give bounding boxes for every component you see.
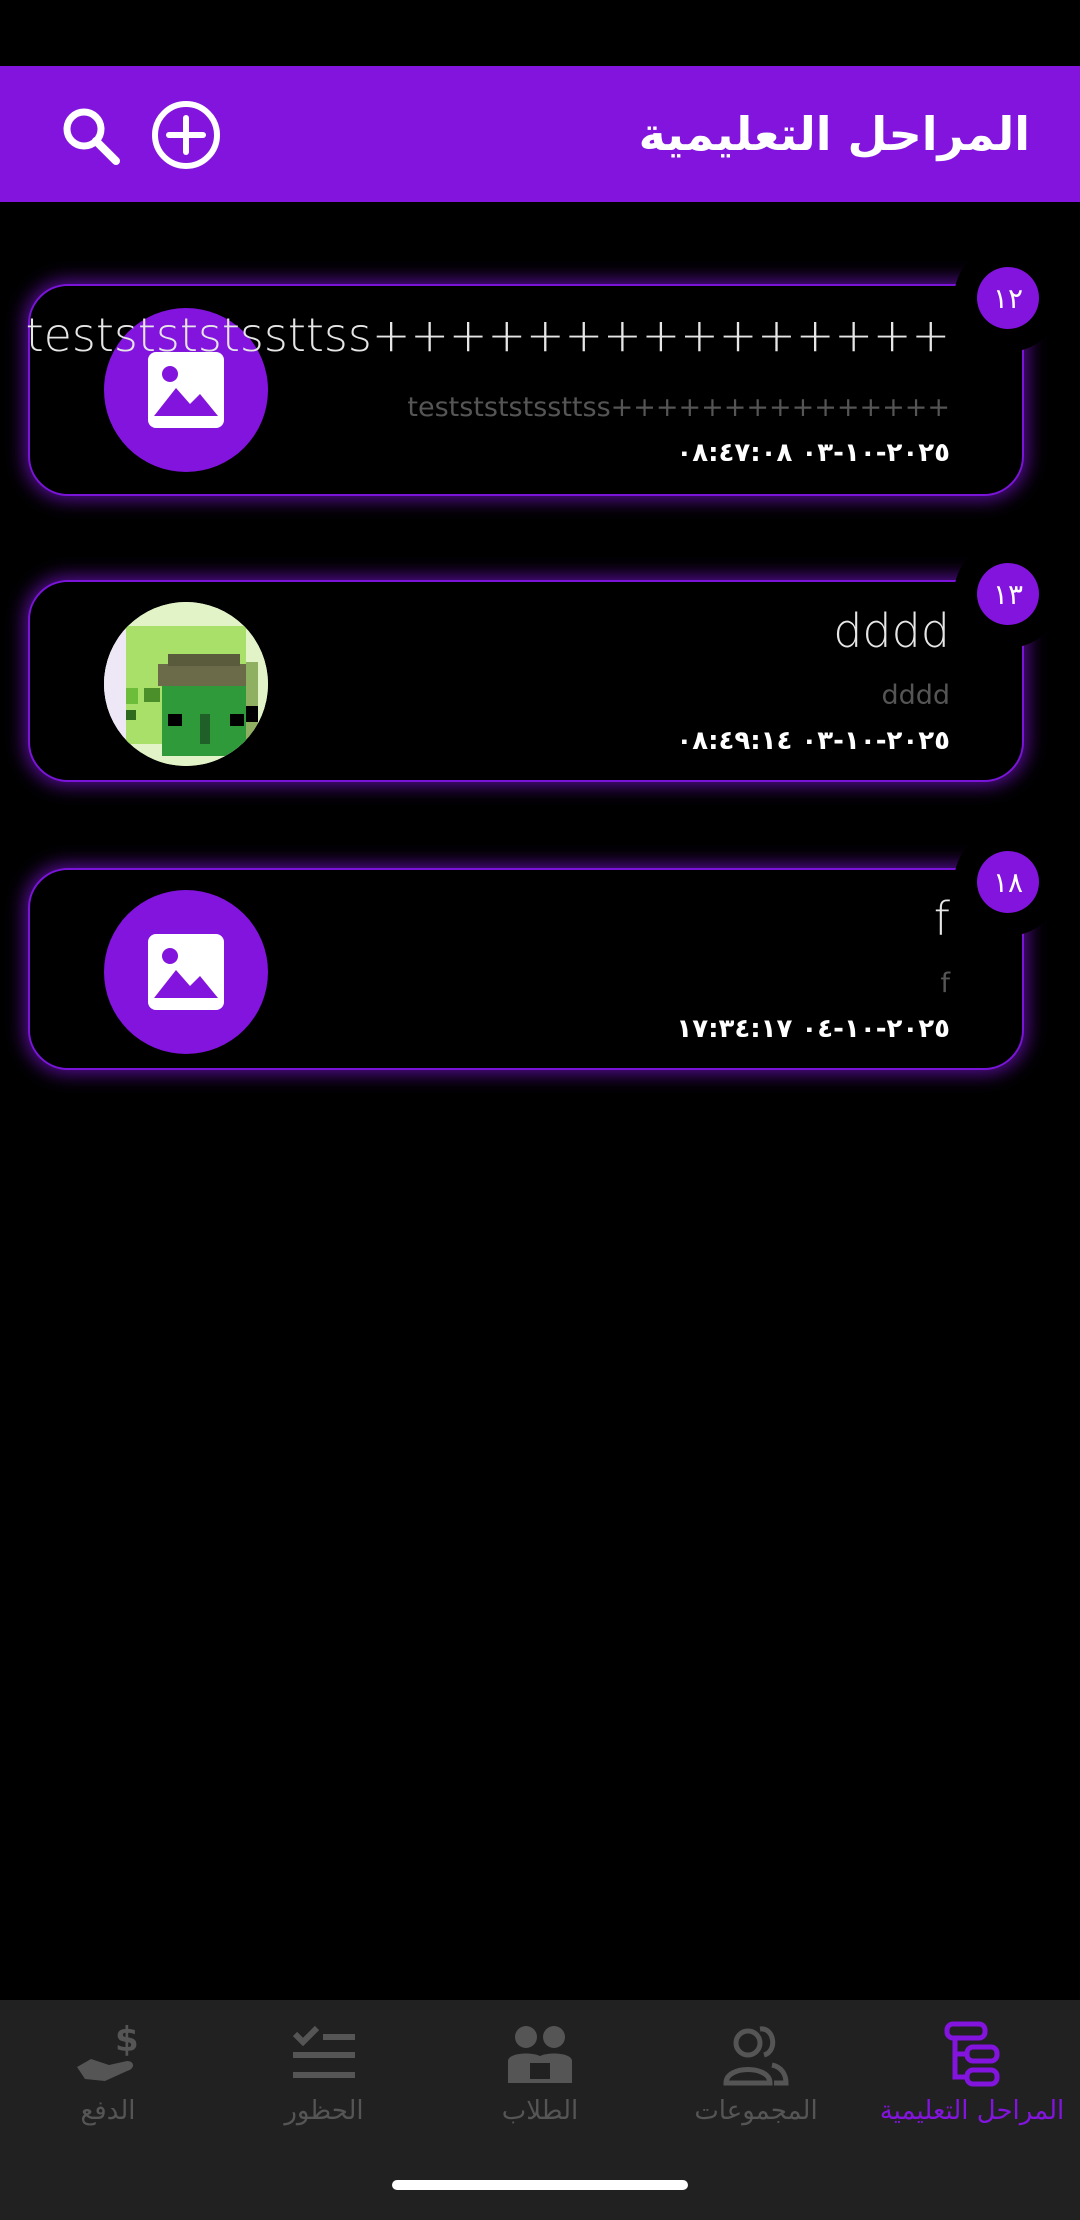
add-button[interactable] [150, 99, 222, 171]
attendance-icon [292, 2025, 355, 2078]
home-indicator[interactable] [392, 2180, 688, 2190]
stage-subtitle: f [940, 968, 950, 999]
stage-avatar [104, 890, 268, 1054]
nav-item-students[interactable]: الطلاب [432, 2020, 648, 2140]
stage-count-badge: ١٨ [977, 851, 1039, 913]
payment-icon: $ [77, 2021, 139, 2081]
stage-title: f [933, 892, 950, 946]
nav-label: الحظور [284, 2096, 364, 2126]
stage-date: ٢٠٢٥-١٠-٠٤ ١٧:٣٤:١٧ [676, 1014, 950, 1044]
stage-card-body[interactable]: teststststssttss+++++++++++++++ teststst… [25, 284, 1024, 496]
stage-card[interactable]: teststststssttss+++++++++++++++ teststst… [25, 244, 1062, 510]
pixel-art-avatar [104, 602, 268, 766]
stage-subtitle: dddd [881, 680, 950, 711]
add-circle-icon [152, 101, 220, 169]
nav-item-attendance[interactable]: الحظور [216, 2020, 432, 2140]
nav-label: المراحل التعليمية [879, 2096, 1065, 2126]
stage-card[interactable]: f f ٢٠٢٥-١٠-٠٤ ١٧:٣٤:١٧ ١٨ [28, 828, 1062, 1078]
search-button[interactable] [54, 99, 126, 171]
stage-subtitle: teststststssttss+++++++++++++++ [407, 392, 950, 423]
nav-item-payment[interactable]: $ الدفع [0, 2020, 216, 2140]
stage-badge-ring: ١٢ [954, 244, 1062, 352]
stage-date: ٢٠٢٥-١٠-٠٣ ٠٨:٤٩:١٤ [676, 726, 950, 756]
svg-text:$: $ [115, 2021, 139, 2060]
stage-count-badge: ١٣ [977, 563, 1039, 625]
nav-item-groups[interactable]: المجموعات [648, 2020, 864, 2140]
image-placeholder-icon [148, 352, 224, 428]
nav-label: الطلاب [501, 2096, 579, 2126]
nav-label: الدفع [80, 2096, 136, 2126]
nav-label: المجموعات [694, 2096, 818, 2126]
groups-icon [723, 2026, 789, 2086]
search-icon [63, 108, 120, 165]
stage-title: dddd [833, 604, 950, 658]
stage-count-badge: ١٢ [977, 267, 1039, 329]
stage-badge-ring: ١٣ [954, 540, 1062, 648]
avatar-image [104, 602, 268, 766]
stage-card[interactable]: dddd dddd ٢٠٢٥-١٠-٠٣ ٠٨:٤٩:١٤ ١٣ [28, 540, 1062, 790]
stage-card-body[interactable]: f f ٢٠٢٥-١٠-٠٤ ١٧:٣٤:١٧ [28, 868, 1024, 1070]
students-icon [508, 2026, 572, 2083]
stages-icon [944, 2021, 1000, 2087]
stage-date: ٢٠٢٥-١٠-٠٣ ٠٨:٤٧:٠٨ [676, 438, 950, 468]
stage-title: teststststssttss+++++++++++++++ [25, 308, 950, 362]
stage-card-body[interactable]: dddd dddd ٢٠٢٥-١٠-٠٣ ٠٨:٤٩:١٤ [28, 580, 1024, 782]
page-title: المراحل التعليمية [638, 107, 1030, 161]
image-placeholder-icon [148, 934, 224, 1010]
stage-badge-ring: ١٨ [954, 828, 1062, 936]
app-bar: المراحل التعليمية [0, 66, 1080, 202]
nav-item-stages[interactable]: المراحل التعليمية [864, 2020, 1080, 2140]
status-bar [0, 0, 1080, 66]
